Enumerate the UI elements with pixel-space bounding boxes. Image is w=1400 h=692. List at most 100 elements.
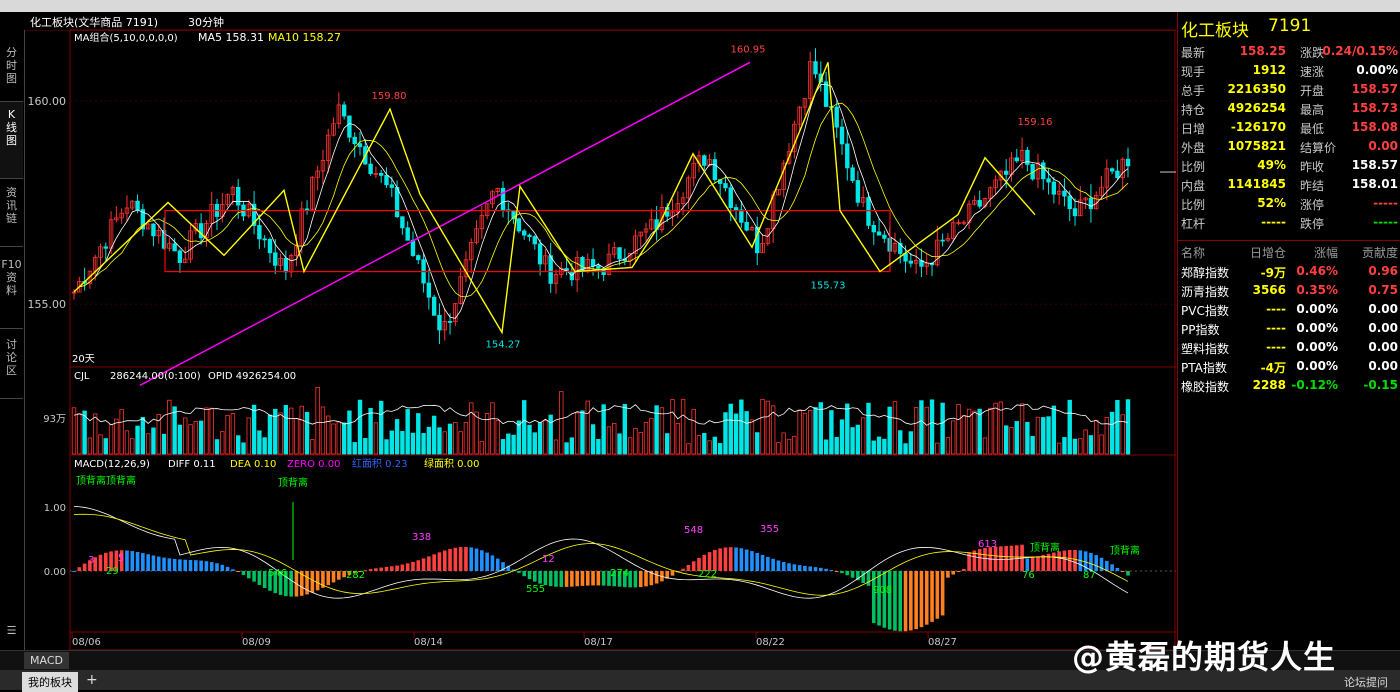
- add-tab-button[interactable]: +: [80, 670, 104, 690]
- volume-bar: [469, 402, 474, 455]
- volume-bar: [543, 420, 548, 455]
- volume-bar: [717, 443, 723, 455]
- volume-bar: [151, 427, 156, 455]
- table-cell: 0.00: [1368, 321, 1398, 335]
- macd-bar: [236, 571, 240, 573]
- table-header-cell[interactable]: 日增仓: [1250, 244, 1286, 261]
- volume-bar: [119, 409, 124, 455]
- macd-bar: [861, 571, 865, 584]
- volume-bar: [1104, 417, 1110, 455]
- macd-hist-group: [72, 544, 1130, 632]
- volume-bar: [617, 433, 622, 455]
- candle: [977, 200, 982, 207]
- volume-bar: [1009, 427, 1014, 455]
- volume-bar: [633, 427, 638, 455]
- kline-chart[interactable]: 160.00 155.00 160.95 159.80 159.16 154.27 155.…: [0, 0, 1176, 650]
- candle: [1115, 170, 1120, 179]
- volume-bar: [288, 407, 294, 455]
- candle: [1067, 195, 1072, 210]
- volume-bar: [707, 440, 712, 455]
- table-cell: ----: [1266, 340, 1286, 354]
- volume-bar: [124, 430, 130, 455]
- volume-bar: [1019, 403, 1025, 455]
- table-cell: -0.12%: [1291, 378, 1338, 392]
- macd-bar: [654, 571, 659, 584]
- macd-bar: [792, 564, 797, 571]
- volume-bar: [1035, 416, 1041, 455]
- price-axis-label: 160.00: [28, 95, 67, 108]
- candle: [389, 184, 394, 188]
- volume-bar: [315, 386, 320, 455]
- quote-label: 杠杆: [1181, 217, 1206, 231]
- macd-bar: [527, 571, 532, 580]
- macd-annotation: 282: [346, 570, 365, 581]
- volume-bar: [574, 412, 580, 455]
- table-row[interactable]: PP指数 ---- 0.00% 0.00: [1178, 319, 1400, 338]
- quote-label: 最新: [1181, 46, 1206, 60]
- volume-bar: [839, 419, 845, 455]
- volume-bar: [1003, 425, 1009, 455]
- table-row[interactable]: 郑醇指数 -9万 0.46% 0.96: [1178, 262, 1400, 281]
- forum-ask-link[interactable]: 论坛提问: [1338, 672, 1394, 692]
- table-cell: PTA指数: [1181, 361, 1227, 375]
- table-row[interactable]: 沥青指数 3566 0.35% 0.75: [1178, 281, 1400, 300]
- x-axis-label: 08/27: [928, 637, 957, 648]
- table-header-cell[interactable]: 涨幅: [1314, 244, 1338, 261]
- instrument-code: 7191: [1268, 16, 1312, 36]
- tab-my-board[interactable]: 我的板块: [22, 672, 78, 692]
- table-row[interactable]: PVC指数 ---- 0.00% 0.00: [1178, 300, 1400, 319]
- table-cell: 0.00%: [1296, 340, 1338, 354]
- macd-bar: [517, 571, 521, 573]
- table-cell: 0.00%: [1296, 302, 1338, 316]
- table-header-cell[interactable]: 名称: [1181, 244, 1205, 261]
- macd-bar: [411, 561, 415, 571]
- macd-axis-label: 0.00: [44, 567, 66, 578]
- candle: [1003, 170, 1009, 175]
- macd-bar: [808, 566, 813, 571]
- candle: [1041, 162, 1046, 180]
- candle: [103, 246, 108, 249]
- volume-bar: [813, 407, 818, 455]
- macd-bar: [766, 556, 770, 571]
- x-axis-label: 08/06: [72, 637, 101, 648]
- macd-bar: [368, 569, 373, 571]
- volume-bar: [797, 409, 802, 455]
- volume-bar: [903, 443, 908, 455]
- table-row[interactable]: 橡胶指数 2288 -0.12% -0.15: [1178, 376, 1400, 395]
- quote-rows: 最新 158.25 涨跌 0.24/0.15% 现手 1912 速涨 0.00% 总手 22163…: [1178, 42, 1400, 242]
- quote-value: 158.57: [1351, 158, 1398, 172]
- cjl-value: 286244.00(0:100): [110, 371, 201, 382]
- volume-bar: [866, 402, 871, 455]
- macd-bar: [389, 566, 394, 571]
- candle: [1046, 178, 1051, 183]
- candles-group: [71, 48, 1131, 345]
- candle: [426, 282, 432, 298]
- macd-bar: [400, 564, 405, 571]
- tab-macd[interactable]: MACD: [24, 652, 69, 669]
- candle: [813, 61, 818, 75]
- volume-bar: [929, 399, 935, 455]
- macd-bar: [728, 547, 733, 571]
- candle: [744, 221, 749, 231]
- quote-value: -----: [1373, 196, 1398, 210]
- macd-annotation: 顶背离: [1030, 541, 1060, 554]
- macd-bar: [903, 571, 908, 632]
- volume-bar: [183, 417, 188, 455]
- quote-value: -----: [1261, 215, 1286, 229]
- volume-bar: [145, 433, 151, 455]
- macd-bar: [776, 560, 781, 571]
- volume-bar: [728, 403, 733, 455]
- macd-annotation: 355: [760, 524, 779, 535]
- bar-count-label: 20天: [72, 354, 95, 365]
- quote-row: 总手 2216350 开盘 158.57: [1178, 80, 1400, 99]
- table-row[interactable]: PTA指数 -4万 0.00% 0.00: [1178, 357, 1400, 376]
- macd-bar: [977, 549, 982, 571]
- table-row[interactable]: 塑料指数 ---- 0.00% 0.00: [1178, 338, 1400, 357]
- candle: [262, 238, 267, 241]
- table-header-cell[interactable]: 贡献度: [1362, 244, 1398, 261]
- volume-bar: [447, 423, 453, 455]
- macd-annotation: 顶背离: [278, 476, 308, 489]
- instrument-name: 化工板块: [1181, 21, 1249, 41]
- table-cell: 沥青指数: [1181, 285, 1230, 299]
- x-axis-label: 08/22: [756, 637, 785, 648]
